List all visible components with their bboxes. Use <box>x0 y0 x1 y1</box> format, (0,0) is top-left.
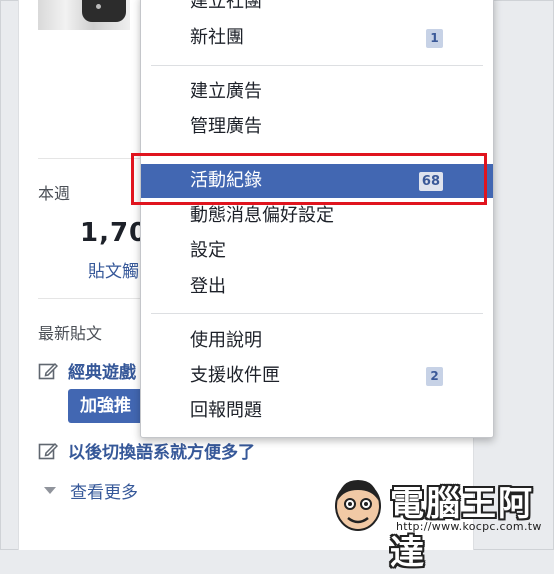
menu-item-log-out[interactable]: 登出 <box>141 270 493 304</box>
menu-item-label: 管理廣告 <box>190 116 262 137</box>
chevron-down-icon <box>44 487 56 494</box>
mascot-logo-icon <box>335 480 381 531</box>
menu-item-report-problem[interactable]: 回報問題 <box>141 394 493 428</box>
week-label: 本週 <box>38 184 71 203</box>
menu-item-manage-ads[interactable]: 管理廣告 <box>141 110 493 144</box>
count-badge: 2 <box>426 367 443 386</box>
menu-item-help[interactable]: 使用說明 <box>141 324 493 358</box>
post-title: 經典遊戲 <box>68 363 136 383</box>
divider <box>38 158 140 159</box>
see-more-label: 查看更多 <box>70 483 138 503</box>
menu-item-new-groups[interactable]: 新社團 1 <box>141 21 493 55</box>
menu-separator <box>151 313 483 314</box>
menu-separator <box>151 65 483 66</box>
latest-posts-label: 最新貼文 <box>38 324 103 343</box>
divider <box>38 298 140 299</box>
annotation-highlight-box <box>131 153 487 205</box>
watermark-url: http://www.kocpc.com.tw <box>396 520 542 533</box>
post-title: 以後切換語系就方便多了 <box>68 443 255 463</box>
post-link-2[interactable]: 以後切換語系就方便多了 <box>38 438 255 463</box>
menu-item-label: 建立廣告 <box>190 81 262 102</box>
menu-item-create-ads[interactable]: 建立廣告 <box>141 75 493 109</box>
menu-item-support-inbox[interactable]: 支援收件匣 2 <box>141 359 493 393</box>
post-link-1[interactable]: 經典遊戲 <box>38 358 136 383</box>
edit-post-icon <box>38 441 59 461</box>
menu-item-label: 使用說明 <box>190 330 262 351</box>
watermark: 電腦王阿達 http://www.kocpc.com.tw <box>328 470 543 573</box>
menu-item-label: 回報問題 <box>190 400 262 421</box>
menu-item-label: 設定 <box>190 240 226 261</box>
post-reach-link[interactable]: 貼文觸 <box>88 257 139 282</box>
menu-item-label: 支援收件匣 <box>190 365 280 386</box>
menu-item-create-group[interactable]: 建立社團 <box>141 0 493 19</box>
menu-item-settings[interactable]: 設定 <box>141 234 493 268</box>
menu-item-label: 建立社團 <box>190 0 262 12</box>
profile-photo-thumbnail[interactable] <box>38 0 130 30</box>
post-reach-value: 1,70 <box>80 218 149 248</box>
count-badge: 1 <box>426 29 443 48</box>
menu-item-label: 登出 <box>190 276 226 297</box>
edit-post-icon <box>38 361 59 381</box>
see-more-link[interactable]: 查看更多 <box>44 478 138 503</box>
account-dropdown-menu: 建立社團 新社團 1 建立廣告 管理廣告 活動紀錄 68 動態消息偏好設定 設定 登… <box>140 0 494 438</box>
menu-item-label: 新社團 <box>190 27 244 48</box>
